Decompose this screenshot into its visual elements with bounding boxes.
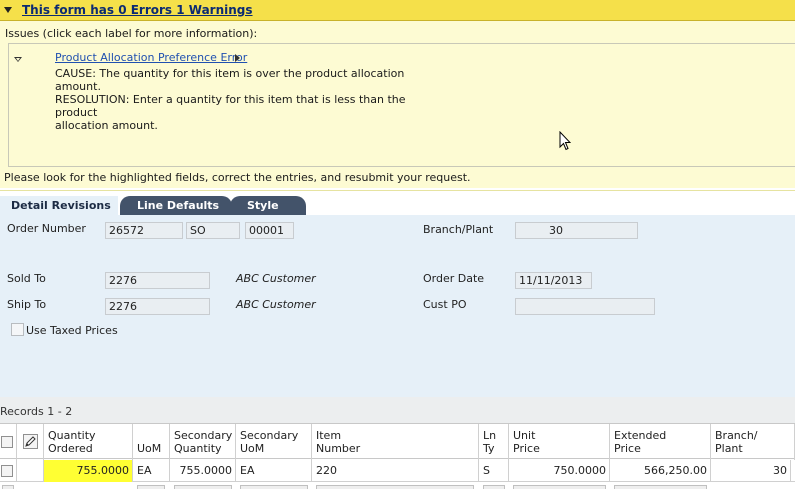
sold-to-name: ABC Customer [236, 272, 316, 285]
error-summary-link[interactable]: This form has 0 Errors 1 Warnings [22, 3, 253, 17]
col-branch-plant-line-1: Branch/ [715, 429, 758, 442]
cell-item-number[interactable]: 220 [312, 460, 479, 482]
col-branch-plant[interactable]: Branch/ Plant [711, 424, 795, 460]
resubmit-note: Please look for the highlighted fields, … [4, 171, 471, 184]
cell-ln-ty-input[interactable] [483, 485, 505, 489]
issue-cause-line-1: CAUSE: The quantity for this item is ove… [55, 67, 405, 80]
table-row[interactable]: 755.0000 EA 755.0000 EA 220 S 750.0000 5… [0, 460, 795, 482]
use-taxed-prices-checkbox[interactable] [11, 323, 24, 336]
records-bar: Records 1 - 2 [0, 397, 795, 423]
collapse-triangle-icon[interactable] [14, 57, 22, 62]
row-edit-cell [17, 460, 44, 482]
col-secondary-uom[interactable]: Secondary UoM [236, 424, 312, 460]
cell-branch-plant[interactable]: 30 [711, 460, 791, 482]
tab-line-defaults[interactable]: Line Defaults [120, 196, 232, 216]
edit-pencil-icon[interactable] [23, 434, 38, 449]
table-row-partial [0, 483, 795, 489]
order-number-field[interactable]: 26572 [105, 222, 183, 239]
cell-uom-input[interactable] [137, 485, 165, 489]
col-uom-line-1: UoM [137, 442, 162, 455]
col-secondary-quantity-line-1: Secondary [174, 429, 233, 442]
mouse-cursor-icon [559, 131, 571, 151]
order-company-field[interactable]: 00001 [245, 222, 294, 239]
cell-extended-price-input[interactable] [614, 485, 707, 489]
ship-to-name: ABC Customer [236, 298, 316, 311]
error-banner-body: Issues (click each label for more inform… [0, 21, 795, 188]
grid-header: Quantity Ordered UoM Secondary Quantity … [0, 423, 795, 460]
col-unit-price-line-2: Price [513, 442, 540, 455]
col-uom[interactable]: UoM [133, 424, 170, 460]
col-secondary-uom-line-2: UoM [240, 442, 265, 455]
collapse-triangle-icon[interactable] [4, 7, 12, 13]
order-date-label: Order Date [423, 272, 485, 285]
expand-arrow-icon[interactable] [235, 54, 240, 62]
cell-uom[interactable]: EA [133, 460, 170, 482]
cell-ln-ty[interactable]: S [479, 460, 509, 482]
records-count: Records 1 - 2 [0, 405, 73, 418]
col-quantity-ordered[interactable]: Quantity Ordered [44, 424, 133, 460]
cell-secondary-quantity-input[interactable] [174, 485, 232, 489]
cell-secondary-uom[interactable]: EA [236, 460, 312, 482]
issue-resolution-line-1: RESOLUTION: Enter a quantity for this it… [55, 93, 406, 119]
sold-to-field[interactable]: 2276 [105, 272, 210, 289]
order-type-field[interactable]: SO [186, 222, 240, 239]
edit-column [17, 424, 44, 460]
tab-style[interactable]: Style [230, 196, 306, 216]
select-all-checkbox[interactable] [1, 436, 13, 448]
col-item-number-line-1: Item [316, 429, 342, 442]
col-secondary-quantity-line-2: Quantity [174, 442, 222, 455]
order-number-label: Order Number [7, 222, 86, 235]
col-secondary-quantity[interactable]: Secondary Quantity [170, 424, 236, 460]
error-banner-header[interactable]: This form has 0 Errors 1 Warnings [0, 0, 795, 21]
issue-link[interactable]: Product Allocation Preference Error [55, 51, 247, 64]
row-select-cell [0, 460, 17, 482]
col-ln-ty-line-1: Ln [483, 429, 497, 442]
col-extended-price-line-2: Price [614, 442, 641, 455]
issue-cause-line-2: amount. [55, 80, 101, 93]
issues-label: Issues (click each label for more inform… [5, 27, 258, 40]
branch-plant-field[interactable]: 30 [515, 222, 638, 239]
col-quantity-ordered-line-2: Ordered [48, 442, 93, 455]
tab-bar: Detail Revisions Line Defaults Style [0, 190, 795, 216]
cell-extended-price[interactable]: 566,250.00 [610, 460, 711, 482]
col-ln-ty-line-2: Ty [483, 442, 495, 455]
row-select-checkbox[interactable] [1, 465, 13, 477]
sold-to-label: Sold To [7, 272, 46, 285]
cell-item-number-input[interactable] [316, 485, 474, 489]
use-taxed-prices-label: Use Taxed Prices [26, 324, 118, 337]
issues-list: Product Allocation Preference Error CAUS… [8, 43, 795, 167]
cell-unit-price-input[interactable] [513, 485, 606, 489]
col-extended-price[interactable]: Extended Price [610, 424, 711, 460]
cell-quantity-ordered[interactable]: 755.0000 [44, 460, 133, 482]
detail-revisions-form: Order Number 26572 SO 00001 Branch/Plant… [0, 215, 795, 397]
branch-plant-label: Branch/Plant [423, 223, 494, 236]
col-secondary-uom-line-1: Secondary [240, 429, 299, 442]
tab-detail-revisions[interactable]: Detail Revisions [0, 196, 118, 216]
col-item-number[interactable]: Item Number [312, 424, 479, 460]
cell-secondary-quantity[interactable]: 755.0000 [170, 460, 236, 482]
cust-po-field[interactable] [515, 298, 655, 315]
col-quantity-ordered-line-1: Quantity [48, 429, 96, 442]
col-ln-ty[interactable]: Ln Ty [479, 424, 509, 460]
ship-to-field[interactable]: 2276 [105, 298, 210, 315]
col-extended-price-line-1: Extended [614, 429, 667, 442]
cust-po-label: Cust PO [423, 298, 467, 311]
col-branch-plant-line-2: Plant [715, 442, 743, 455]
col-unit-price-line-1: Unit [513, 429, 536, 442]
issue-cause: CAUSE: The quantity for this item is ove… [55, 67, 415, 93]
issue-resolution: RESOLUTION: Enter a quantity for this it… [55, 93, 415, 132]
col-unit-price[interactable]: Unit Price [509, 424, 610, 460]
select-all-column [0, 424, 17, 460]
cell-unit-price[interactable]: 750.0000 [509, 460, 610, 482]
order-date-field[interactable]: 11/11/2013 [515, 272, 592, 289]
row-select-checkbox[interactable] [2, 485, 14, 489]
cell-secondary-uom-input[interactable] [240, 485, 308, 489]
col-item-number-line-2: Number [316, 442, 361, 455]
issue-resolution-line-2: allocation amount. [55, 119, 158, 132]
ship-to-label: Ship To [7, 298, 47, 311]
